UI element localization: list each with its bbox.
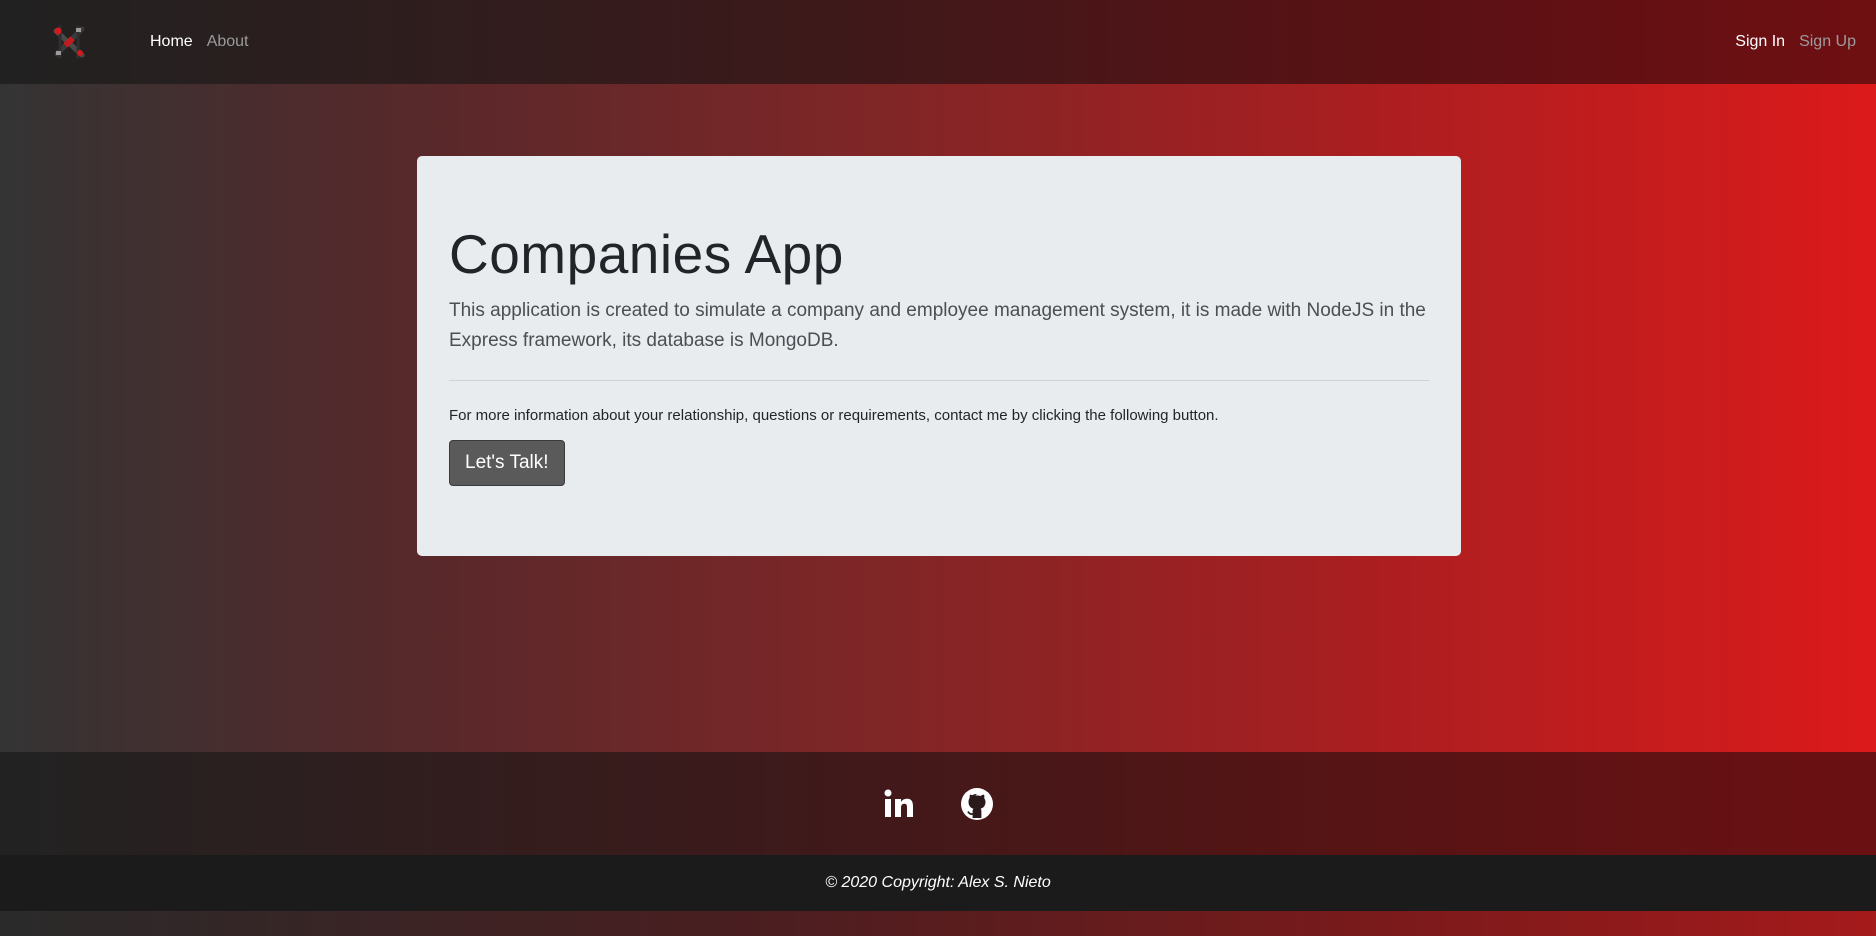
github-icon[interactable] xyxy=(959,786,995,822)
contact-text: For more information about your relation… xyxy=(449,406,1219,424)
auth-links: Sign In Sign Up xyxy=(1735,33,1856,51)
tools-logo-icon[interactable] xyxy=(48,21,90,63)
linkedin-icon[interactable] xyxy=(881,786,917,822)
lead-text: This application is created to simulate … xyxy=(449,299,1426,351)
lets-talk-button[interactable]: Let's Talk! xyxy=(449,439,565,486)
navbar: Home About Sign In Sign Up xyxy=(0,0,1876,84)
copyright-bar: © 2020 Copyright: Alex S. Nieto xyxy=(0,855,1876,911)
page-title: Companies App xyxy=(449,223,844,285)
nav-link-home[interactable]: Home xyxy=(150,33,193,51)
divider xyxy=(449,379,1429,381)
jumbotron: Companies App This application is create… xyxy=(417,156,1461,556)
nav-links: Home About xyxy=(150,33,249,51)
nav-link-about[interactable]: About xyxy=(207,33,249,51)
copyright-text: © 2020 Copyright: Alex S. Nieto xyxy=(825,874,1051,891)
sign-in-link[interactable]: Sign In xyxy=(1735,33,1785,51)
sign-up-link[interactable]: Sign Up xyxy=(1799,33,1856,51)
bottom-background-strip xyxy=(0,911,1876,936)
social-footer xyxy=(0,752,1876,855)
